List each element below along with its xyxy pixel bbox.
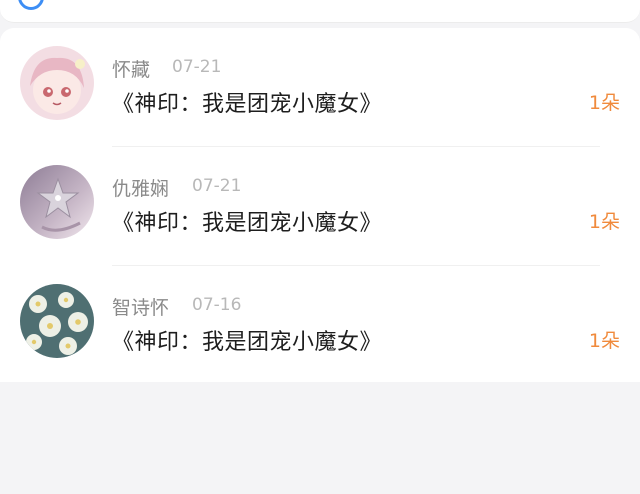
user-name: 怀藏 (112, 59, 151, 81)
top-bar (0, 0, 640, 23)
avatar[interactable] (20, 46, 94, 120)
user-name: 仇雅娴 (112, 178, 170, 200)
back-icon[interactable] (12, 0, 50, 16)
record-date: 07-21 (192, 176, 242, 196)
book-title[interactable]: 《神印：我是团宠小魔女》 (112, 86, 382, 118)
list-item[interactable]: 智诗怀 07-16 《神印：我是团宠小魔女》 1朵 (0, 266, 640, 385)
user-name: 智诗怀 (112, 297, 170, 319)
record-date: 07-21 (172, 57, 222, 77)
gift-count: 1朵 (588, 211, 620, 233)
gift-count: 1朵 (588, 330, 620, 352)
book-title[interactable]: 《神印：我是团宠小魔女》 (112, 205, 382, 237)
avatar[interactable] (20, 165, 94, 239)
record-date: 07-16 (192, 295, 242, 315)
list-item[interactable]: 仇雅娴 07-21 《神印：我是团宠小魔女》 1朵 (0, 147, 640, 266)
gift-count: 1朵 (588, 92, 620, 114)
gift-record-list: 怀藏 07-21 《神印：我是团宠小魔女》 1朵 仇雅娴 07-21 《神印：我… (0, 28, 640, 382)
avatar[interactable] (20, 284, 94, 358)
list-item[interactable]: 怀藏 07-21 《神印：我是团宠小魔女》 1朵 (0, 28, 640, 147)
book-title[interactable]: 《神印：我是团宠小魔女》 (112, 324, 382, 356)
